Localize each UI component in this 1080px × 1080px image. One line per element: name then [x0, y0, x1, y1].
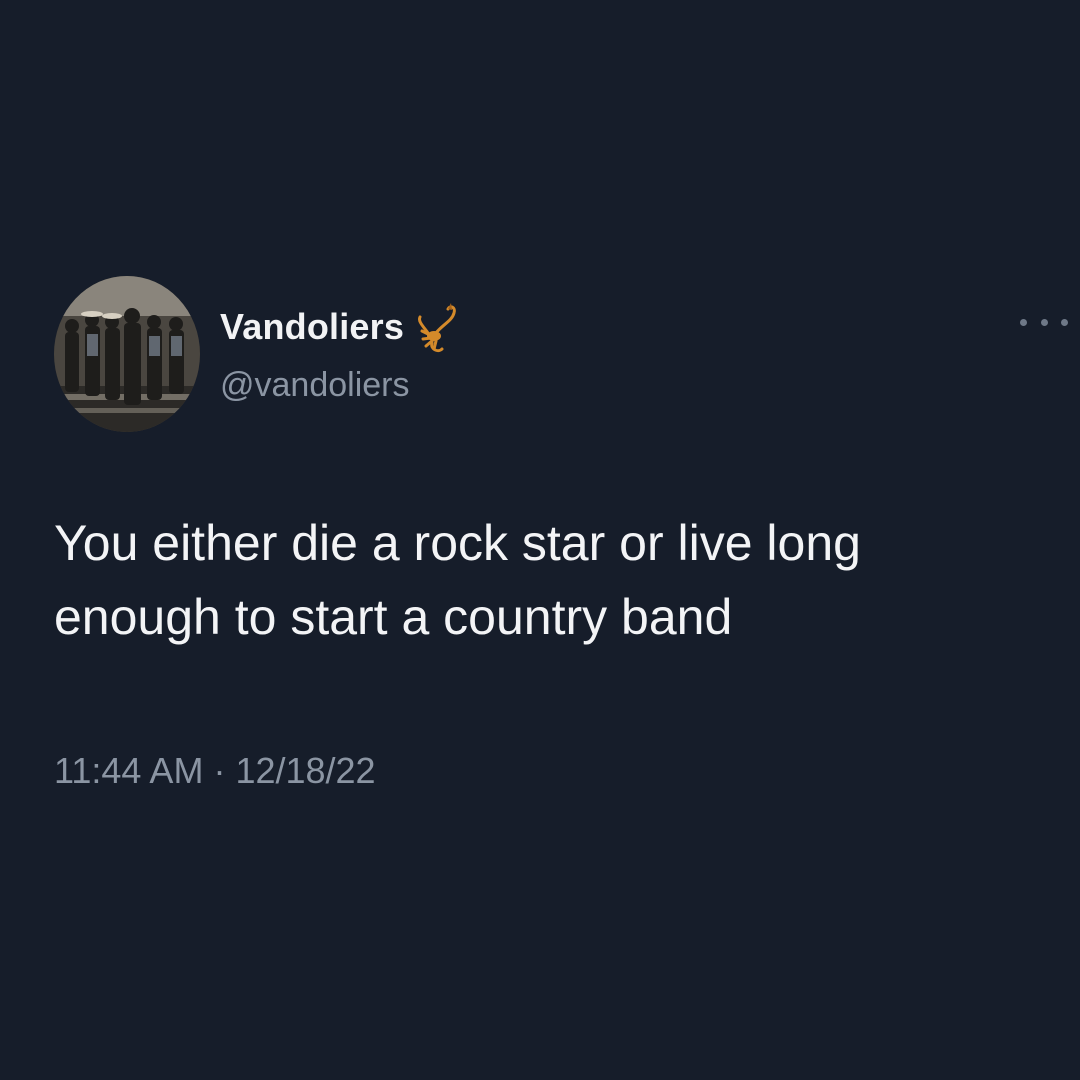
more-dot [1061, 318, 1068, 326]
tweet-text: You either die a rock star or live long … [54, 515, 861, 645]
avatar[interactable] [54, 276, 200, 432]
timestamp-separator: · [213, 750, 226, 791]
scorpion-icon [414, 299, 470, 355]
tweet-date: 12/18/22 [235, 750, 376, 791]
more-dot [1020, 318, 1027, 326]
handle[interactable]: @vandoliers [220, 366, 470, 405]
tweet-header: Vandoliers @vandoliers [54, 276, 1068, 436]
display-name-row[interactable]: Vandoliers [220, 299, 470, 355]
tweet-time: 11:44 AM [54, 750, 204, 791]
display-name[interactable]: Vandoliers [220, 306, 404, 348]
more-options-button[interactable] [1020, 310, 1068, 334]
tweet-card: Vandoliers @vandoliers You either die a … [54, 276, 1068, 792]
avatar-band-photo [54, 276, 200, 432]
more-dot [1040, 318, 1048, 326]
tweet-timestamp[interactable]: 11:44 AM · 12/18/22 [54, 750, 1044, 792]
author-names: Vandoliers @vandoliers [220, 302, 470, 405]
